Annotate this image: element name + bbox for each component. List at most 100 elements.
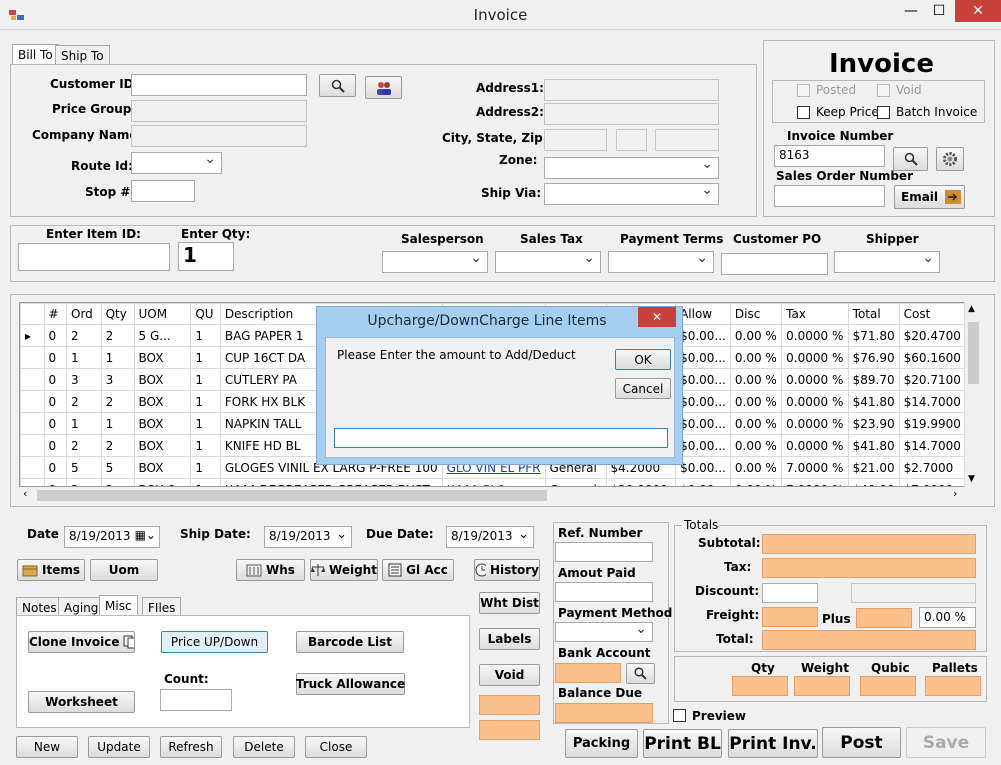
delete-button[interactable]: Delete xyxy=(233,736,295,758)
table-cell[interactable]: 2 xyxy=(100,390,135,413)
stop-input[interactable] xyxy=(131,180,195,202)
row-selector[interactable] xyxy=(20,346,45,369)
print-bl-button[interactable]: Print BL xyxy=(643,729,722,758)
zone-dropdown[interactable] xyxy=(544,156,719,179)
column-header[interactable]: Qty xyxy=(100,303,135,325)
row-selector[interactable] xyxy=(20,456,45,479)
table-cell[interactable]: 0.00 % xyxy=(729,368,783,391)
table-cell[interactable]: 1 xyxy=(100,412,135,435)
table-cell[interactable]: 1 xyxy=(190,324,221,347)
table-cell[interactable]: 2 xyxy=(100,434,135,457)
labels-button[interactable]: Labels xyxy=(479,628,540,650)
table-cell[interactable]: 0 xyxy=(43,346,68,369)
invoice-settings-button[interactable] xyxy=(936,147,964,171)
grid-vertical-scrollbar[interactable]: ▲ ▼ xyxy=(964,302,981,487)
preview-checkbox[interactable] xyxy=(673,709,686,722)
table-cell[interactable]: $41.80 xyxy=(847,390,900,413)
table-cell[interactable]: 2 xyxy=(66,324,102,347)
table-cell[interactable]: 0 xyxy=(43,456,68,479)
table-cell[interactable]: K444 GL6 xyxy=(441,478,546,486)
tab-bill-to[interactable]: Bill To xyxy=(12,44,59,66)
update-button[interactable]: Update xyxy=(88,736,150,758)
column-header[interactable]: QU xyxy=(190,303,221,325)
table-cell[interactable]: $23.90 xyxy=(847,412,900,435)
table-cell[interactable]: 1 xyxy=(190,478,221,486)
invoice-number-input[interactable]: 8163 xyxy=(774,145,885,167)
print-invoice-button[interactable]: Print Inv. xyxy=(728,729,818,758)
table-cell[interactable]: 2 xyxy=(100,324,135,347)
new-button[interactable]: New xyxy=(16,736,78,758)
packing-button[interactable]: Packing xyxy=(565,729,638,758)
close-button[interactable]: Close xyxy=(305,736,367,758)
table-cell[interactable]: $0.00... xyxy=(675,412,731,435)
ship-date-picker[interactable]: 8/19/2013 ⌄ xyxy=(264,526,352,548)
row-selector[interactable] xyxy=(20,434,45,457)
table-cell[interactable]: $0.00... xyxy=(675,390,731,413)
table-cell[interactable]: 1 xyxy=(66,412,102,435)
dialog-cancel-button[interactable]: Cancel xyxy=(615,378,671,399)
table-cell[interactable]: $0.00... xyxy=(675,434,731,457)
calendar-icon[interactable]: ▦⌄ xyxy=(135,528,156,542)
post-button[interactable]: Post xyxy=(822,727,901,758)
column-header[interactable]: UOM xyxy=(133,303,192,325)
scroll-right-icon[interactable]: › xyxy=(953,487,957,500)
grid-horizontal-scrollbar[interactable]: ‹ › xyxy=(19,487,981,504)
batch-invoice-checkbox[interactable] xyxy=(877,106,890,119)
salesperson-dropdown[interactable] xyxy=(382,250,488,273)
table-cell[interactable]: 0 xyxy=(43,412,68,435)
table-cell[interactable]: BOX xyxy=(133,434,192,457)
table-cell[interactable]: $60.1600 xyxy=(898,346,967,369)
column-header[interactable]: Total xyxy=(847,303,900,325)
column-header[interactable]: Allow xyxy=(675,303,731,325)
scroll-thumb-horizontal[interactable] xyxy=(37,490,547,501)
bank-search-button[interactable] xyxy=(626,663,655,684)
table-cell[interactable]: 0 xyxy=(43,390,68,413)
price-updown-button[interactable]: Price UP/Down xyxy=(161,631,268,653)
table-row[interactable]: 022BOX 6...1K444 DEGREASER GREASER BUSTK… xyxy=(20,478,967,486)
table-cell[interactable]: BOX xyxy=(133,368,192,391)
dialog-amount-input[interactable] xyxy=(334,428,668,448)
table-cell[interactable]: BOX 6... xyxy=(133,478,192,486)
table-cell[interactable]: $0.00... xyxy=(675,456,731,479)
table-cell[interactable]: 1 xyxy=(190,456,221,479)
customer-id-input[interactable] xyxy=(131,74,307,96)
table-cell[interactable]: 0.0000 % xyxy=(781,412,849,435)
table-cell[interactable]: 0.00 % xyxy=(729,346,783,369)
row-selector[interactable] xyxy=(20,412,45,435)
date-picker[interactable]: 8/19/2013 ▦⌄ xyxy=(64,526,160,548)
shipper-dropdown[interactable] xyxy=(834,250,940,273)
gl-acc-button[interactable]: Gl Acc xyxy=(382,559,454,581)
table-cell[interactable]: 7.0000 % xyxy=(781,456,849,479)
table-cell[interactable]: BOX xyxy=(133,412,192,435)
column-header[interactable]: # xyxy=(43,303,68,325)
table-cell[interactable]: 0.00 % xyxy=(729,478,783,486)
tab-ship-to[interactable]: Ship To xyxy=(55,45,110,65)
table-cell[interactable]: 1 xyxy=(190,368,221,391)
tab-aging[interactable]: Aging xyxy=(58,597,105,617)
count-input[interactable] xyxy=(160,689,232,711)
table-cell[interactable]: 0.00 % xyxy=(729,324,783,347)
clone-invoice-button[interactable]: Clone Invoice xyxy=(28,631,135,653)
table-cell[interactable]: $0.00... xyxy=(675,478,731,486)
sales-tax-dropdown[interactable] xyxy=(495,250,601,273)
row-selector[interactable] xyxy=(20,390,45,413)
table-cell[interactable]: $89.70 xyxy=(847,368,900,391)
email-button[interactable]: Email xyxy=(894,185,965,209)
table-cell[interactable]: 0.00 % xyxy=(729,434,783,457)
table-cell[interactable]: 0 xyxy=(43,478,68,486)
table-cell[interactable]: BOX xyxy=(133,456,192,479)
refresh-button[interactable]: Refresh xyxy=(160,736,222,758)
table-cell[interactable]: 1 xyxy=(190,412,221,435)
item-id-input[interactable] xyxy=(18,243,170,271)
dialog-close-button[interactable]: ✕ xyxy=(638,307,676,327)
close-window-button[interactable]: ✕ xyxy=(955,0,1001,22)
table-cell[interactable]: $2.7000 xyxy=(898,456,967,479)
table-cell[interactable]: 7.0000 % xyxy=(781,478,849,486)
payment-method-dropdown[interactable] xyxy=(555,621,653,642)
row-selector[interactable]: ▸ xyxy=(20,324,45,347)
ship-via-dropdown[interactable] xyxy=(544,182,719,205)
table-cell[interactable]: 1 xyxy=(100,346,135,369)
table-cell[interactable]: $0.00... xyxy=(675,368,731,391)
column-header[interactable]: Cost xyxy=(898,303,967,325)
column-header[interactable]: Tax xyxy=(781,303,849,325)
